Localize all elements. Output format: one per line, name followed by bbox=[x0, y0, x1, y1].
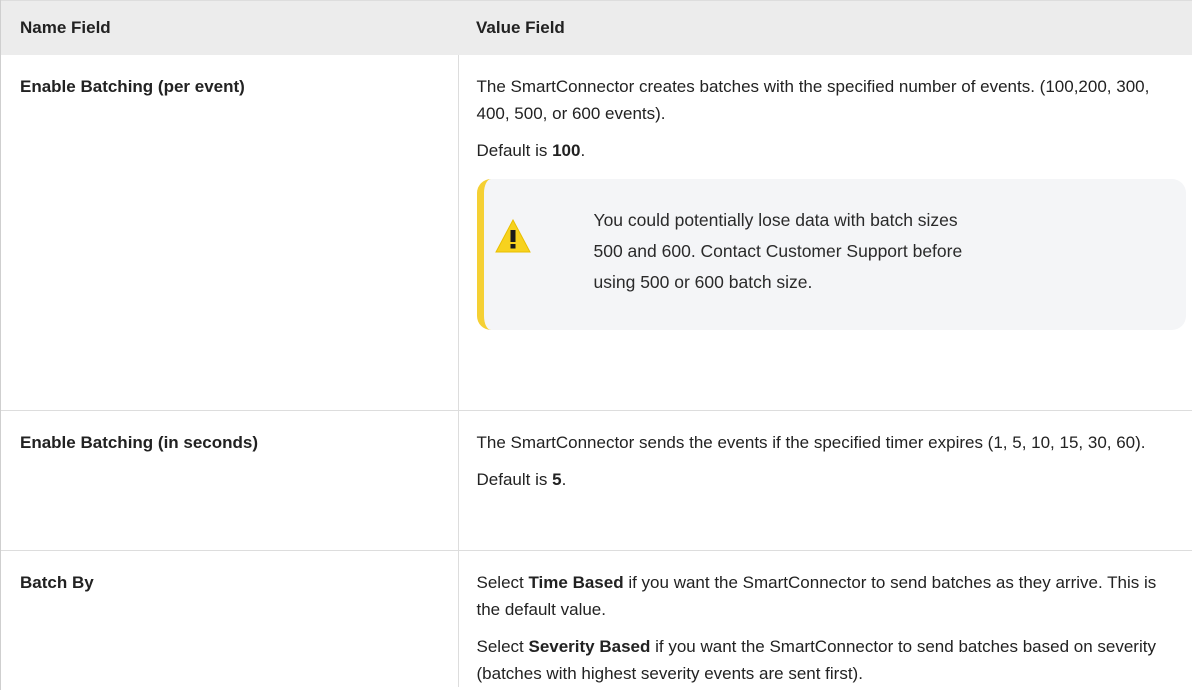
time-based-option: Time Based bbox=[528, 572, 624, 592]
table-row: Enable Batching (in seconds) The SmartCo… bbox=[0, 409, 1192, 550]
description-text: The SmartConnector sends the events if t… bbox=[476, 432, 1146, 452]
left-border bbox=[0, 0, 1, 690]
warning-note: You could potentially lose data with bat… bbox=[476, 179, 1186, 330]
warning-icon bbox=[494, 219, 531, 253]
settings-table-frame: Name Field Value Field Enable Batching (… bbox=[0, 0, 1192, 690]
table-row: Enable Batching (per event) The SmartCon… bbox=[0, 55, 1192, 410]
warning-text: You could potentially lose data with bat… bbox=[593, 210, 963, 292]
row-value-batch-by: Select Time Based if you want the SmartC… bbox=[457, 549, 1192, 687]
severity-based-option: Severity Based bbox=[528, 636, 651, 656]
settings-table: Name Field Value Field Enable Batching (… bbox=[0, 0, 1192, 687]
table-row: Batch By Select Time Based if you want t… bbox=[0, 549, 1192, 687]
time-based-text: Select Time Based if you want the SmartC… bbox=[476, 572, 1157, 619]
table-header-row: Name Field Value Field bbox=[0, 0, 1192, 55]
row-value-batching-in-seconds: The SmartConnector sends the events if t… bbox=[457, 409, 1192, 550]
name-field-header: Name Field bbox=[0, 0, 458, 55]
row-name-batching-per-event: Enable Batching (per event) bbox=[20, 77, 245, 96]
default-value: 100 bbox=[552, 141, 581, 160]
default-value: 5 bbox=[552, 469, 562, 489]
default-text: Default is 100. bbox=[476, 141, 586, 160]
row-name-batching-in-seconds: Enable Batching (in seconds) bbox=[0, 409, 458, 550]
row-value-batching-per-event: The SmartConnector creates batches with … bbox=[457, 55, 1192, 410]
row-name-batch-by: Batch By bbox=[0, 549, 458, 687]
severity-based-text: Select Severity Based if you want the Sm… bbox=[476, 636, 1156, 683]
description-text: The SmartConnector creates batches with … bbox=[476, 77, 1150, 123]
default-text: Default is 5. bbox=[476, 469, 567, 489]
value-field-header: Value Field bbox=[458, 0, 1192, 55]
